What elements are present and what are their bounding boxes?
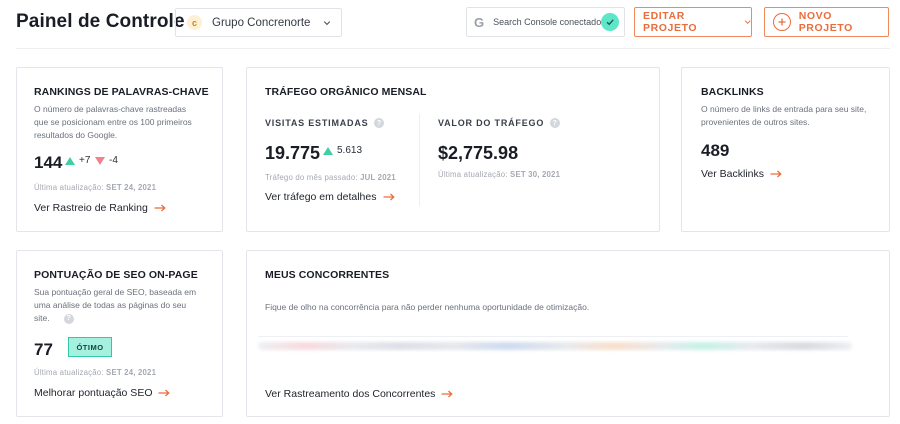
visits-value: 19.775 xyxy=(265,143,321,163)
search-console-status: G Search Console conectado xyxy=(466,7,625,37)
card-title: PONTUAÇÃO DE SEO ON-PAGE xyxy=(34,269,198,281)
section-divider xyxy=(419,114,420,206)
card-description: O número de palavras-chave rastreadas qu… xyxy=(34,104,192,140)
card-title: TRÁFEGO ORGÂNICO MENSAL xyxy=(265,86,427,98)
arrow-right-icon xyxy=(154,204,166,212)
traffic-value-label: VALOR DO TRÁFEGO? xyxy=(438,118,561,128)
header-divider xyxy=(16,48,890,49)
check-icon xyxy=(601,13,619,31)
competitors-card: MEUS CONCORRENTES Fique de olho na conco… xyxy=(246,250,890,417)
traffic-card: TRÁFEGO ORGÂNICO MENSAL VISITAS ESTIMADA… xyxy=(246,67,660,232)
keyword-count: 144 xyxy=(34,153,63,172)
card-title: BACKLINKS xyxy=(701,86,764,98)
view-backlinks-link[interactable]: Ver Backlinks xyxy=(701,168,782,180)
search-console-text: Search Console conectado xyxy=(493,17,602,27)
rank-up-delta: +7 xyxy=(65,155,90,166)
status-badge: ÓTIMO xyxy=(68,337,112,357)
card-title: RANKINGS DE PALAVRAS-CHAVE xyxy=(34,86,209,98)
project-selector[interactable]: c Grupo Concrenorte xyxy=(175,8,342,37)
page-title: Painel de Controle xyxy=(16,11,185,32)
rank-down-delta: -4 xyxy=(95,155,118,166)
project-logo: c xyxy=(187,15,202,30)
traffic-value: $2,775.98 xyxy=(438,143,519,163)
card-title: MEUS CONCORRENTES xyxy=(265,269,390,281)
arrow-right-icon xyxy=(441,390,454,398)
card-description: Sua pontuação geral de SEO, baseada em u… xyxy=(34,287,197,324)
chevron-down-icon xyxy=(323,20,331,25)
backlinks-count: 489 xyxy=(701,141,730,160)
arrow-right-icon xyxy=(383,193,395,201)
plus-icon xyxy=(773,13,791,31)
visits-label: VISITAS ESTIMADAS? xyxy=(265,118,385,128)
last-updated: Última atualização: SET 30, 2021 xyxy=(438,170,561,179)
last-updated: Última atualização: SET 24, 2021 xyxy=(34,368,157,377)
last-updated: Última atualização: SET 24, 2021 xyxy=(34,183,157,192)
view-ranking-link[interactable]: Ver Rastreio de Ranking xyxy=(34,202,166,214)
arrow-up-icon xyxy=(65,156,75,165)
view-competitors-link[interactable]: Ver Rastreamento dos Concorrentes xyxy=(265,388,454,400)
arrow-down-icon xyxy=(95,156,105,165)
competitors-blurred-list xyxy=(258,342,852,350)
improve-seo-link[interactable]: Melhorar pontuação SEO xyxy=(34,387,171,399)
new-project-button[interactable]: NOVO PROJETO xyxy=(764,7,889,37)
card-description: Fique de olho na concorrência para não p… xyxy=(265,302,590,312)
visits-delta: 5.613 xyxy=(323,145,362,156)
info-icon[interactable]: ? xyxy=(63,313,74,324)
project-name: Grupo Concrenorte xyxy=(212,16,311,29)
info-icon[interactable]: ? xyxy=(550,118,561,128)
visits-note: Tráfego do mês passado: JUL 2021 xyxy=(265,173,396,182)
info-icon[interactable]: ? xyxy=(374,118,385,128)
seo-score: 77 xyxy=(34,340,53,359)
competitors-placeholder-line xyxy=(258,336,848,337)
arrow-right-icon xyxy=(770,170,782,178)
backlinks-card: BACKLINKS O número de links de entrada p… xyxy=(681,67,890,232)
new-project-label: NOVO PROJETO xyxy=(798,10,853,34)
edit-project-button[interactable]: EDITAR PROJETO xyxy=(634,7,752,37)
chevron-down-icon xyxy=(744,20,751,25)
edit-project-label: EDITAR PROJETO xyxy=(643,10,698,34)
card-description: O número de links de entrada para seu si… xyxy=(701,104,867,127)
arrow-right-icon xyxy=(158,389,171,397)
view-traffic-link[interactable]: Ver tráfego em detalhes xyxy=(265,191,395,203)
rankings-card: RANKINGS DE PALAVRAS-CHAVE O número de p… xyxy=(16,67,223,232)
seo-score-card: PONTUAÇÃO DE SEO ON-PAGE Sua pontuação g… xyxy=(16,250,223,417)
google-icon: G xyxy=(474,14,485,30)
arrow-up-icon xyxy=(323,146,333,155)
